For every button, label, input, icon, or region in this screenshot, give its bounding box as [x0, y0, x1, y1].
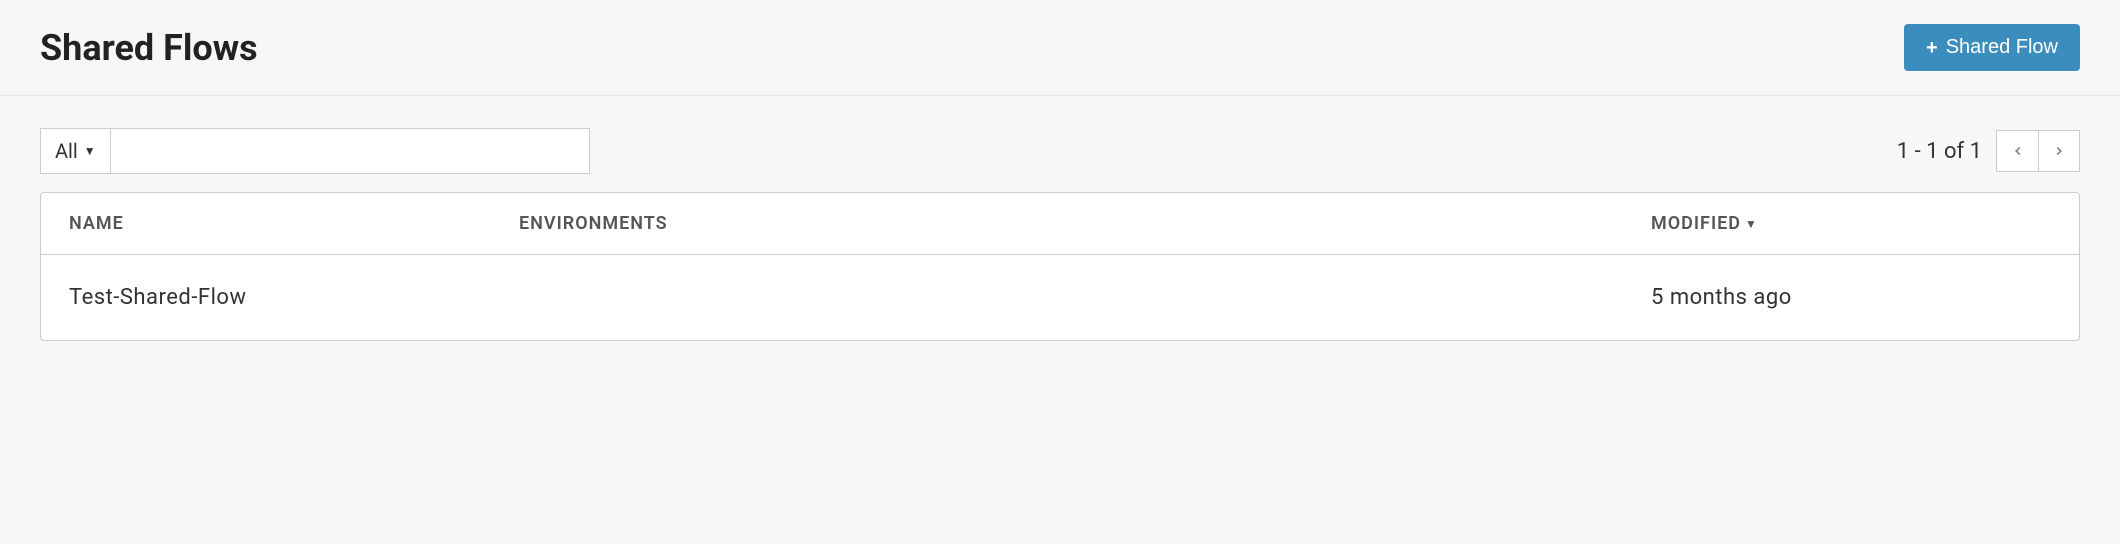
filter-dropdown[interactable]: All ▼: [40, 128, 110, 174]
plus-icon: +: [1926, 38, 1938, 58]
table-row[interactable]: Test-Shared-Flow 5 months ago: [41, 255, 2079, 340]
page-title: Shared Flows: [40, 27, 258, 69]
chevron-left-icon: [2011, 144, 2025, 158]
caret-down-icon: ▼: [84, 144, 96, 158]
column-header-modified[interactable]: MODIFIED ▼: [1651, 213, 2051, 234]
shared-flows-table: NAME ENVIRONMENTS MODIFIED ▼ Test-Shared…: [40, 192, 2080, 341]
next-page-button[interactable]: [2038, 130, 2080, 172]
column-header-name[interactable]: NAME: [69, 213, 519, 234]
add-shared-flow-button[interactable]: + Shared Flow: [1904, 24, 2080, 71]
filter-label: All: [55, 139, 78, 163]
table-header-row: NAME ENVIRONMENTS MODIFIED ▼: [41, 193, 2079, 255]
add-button-label: Shared Flow: [1946, 36, 2058, 59]
cell-modified: 5 months ago: [1651, 285, 2051, 310]
pagination: 1 - 1 of 1: [1897, 130, 2080, 172]
filter-group: All ▼: [40, 128, 590, 174]
page-info: 1 - 1 of 1: [1897, 139, 1982, 164]
prev-page-button[interactable]: [1996, 130, 2038, 172]
column-header-environments[interactable]: ENVIRONMENTS: [519, 213, 1651, 234]
chevron-right-icon: [2052, 144, 2066, 158]
cell-environments: [519, 285, 1651, 310]
page-header: Shared Flows + Shared Flow: [0, 0, 2120, 96]
toolbar: All ▼ 1 - 1 of 1: [0, 96, 2120, 192]
sort-descending-icon: ▼: [1745, 217, 1758, 231]
pager-buttons: [1996, 130, 2080, 172]
cell-name: Test-Shared-Flow: [69, 285, 519, 310]
search-input[interactable]: [110, 128, 590, 174]
